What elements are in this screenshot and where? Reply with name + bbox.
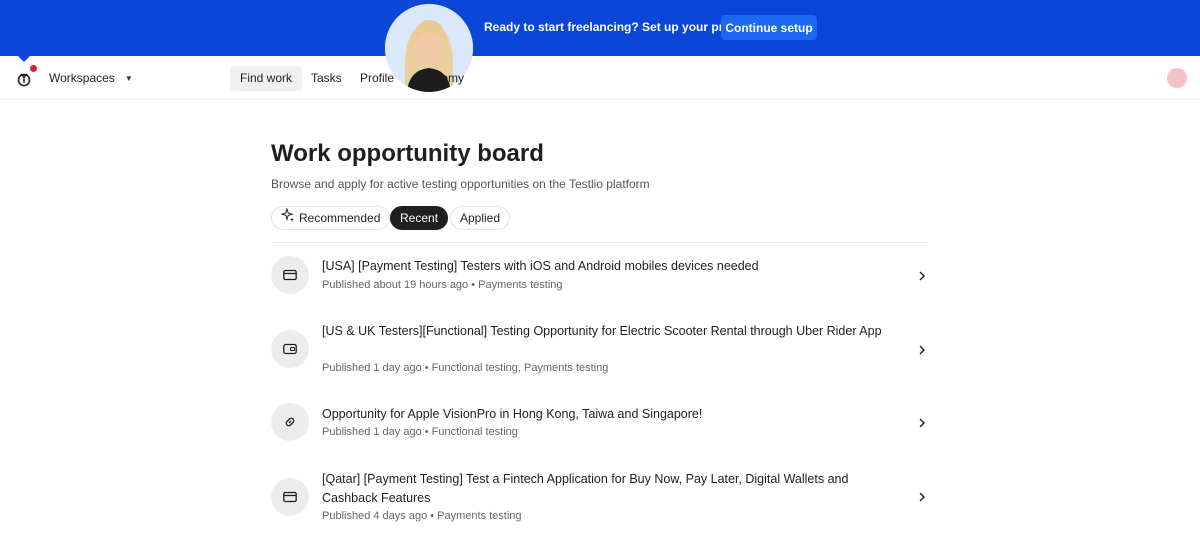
opportunity-meta: Published 1 day ago • Functional testing — [322, 426, 518, 438]
user-avatar[interactable] — [1167, 68, 1187, 88]
opportunity-row[interactable]: [Qatar] [Payment Testing] Test a Fintech… — [271, 468, 929, 526]
opportunity-meta: Published 1 day ago • Functional testing… — [322, 362, 609, 374]
divider — [271, 242, 929, 243]
opportunity-meta: Published 4 days ago • Payments testing — [322, 510, 522, 522]
opportunity-meta: Published about 19 hours ago • Payments … — [322, 279, 563, 291]
notification-dot — [30, 65, 37, 72]
chevron-right-icon[interactable] — [916, 343, 928, 355]
caret-down-icon: ▼ — [124, 73, 133, 83]
page-title: Work opportunity board — [271, 140, 544, 167]
tab-recommended[interactable]: Recommended — [271, 206, 391, 230]
credit-card-icon — [271, 256, 309, 294]
top-nav — [0, 56, 1200, 100]
chevron-right-icon[interactable] — [916, 490, 928, 502]
opportunity-title[interactable]: [Qatar] [Payment Testing] Test a Fintech… — [322, 470, 892, 508]
opportunity-row[interactable]: [USA] [Payment Testing] Testers with iOS… — [271, 255, 929, 295]
opportunity-row[interactable]: [US & UK Testers][Functional] Testing Op… — [271, 320, 929, 378]
testlio-logo-icon[interactable] — [16, 70, 36, 88]
credit-card-icon — [271, 478, 309, 516]
chevron-right-icon[interactable] — [916, 416, 928, 428]
banner-caret — [18, 56, 30, 62]
nav-profile[interactable]: Profile — [350, 66, 404, 91]
tab-recent[interactable]: Recent — [390, 206, 449, 230]
nav-find-work[interactable]: Find work — [230, 66, 303, 91]
opportunity-title[interactable]: [US & UK Testers][Functional] Testing Op… — [322, 322, 892, 341]
opportunity-title[interactable]: Opportunity for Apple VisionPro in Hong … — [322, 405, 892, 424]
continue-setup-button[interactable]: Continue setup — [721, 15, 817, 40]
nav-tasks[interactable]: Tasks — [301, 66, 352, 91]
link-icon — [271, 403, 309, 441]
tab-applied[interactable]: Applied — [450, 206, 511, 230]
page-subtitle: Browse and apply for active testing oppo… — [271, 177, 650, 191]
banner-text: Ready to start freelancing? Set up your … — [484, 20, 749, 34]
workspaces-dropdown[interactable]: Workspaces ▼ — [49, 71, 133, 85]
opportunity-row[interactable]: Opportunity for Apple VisionPro in Hong … — [271, 402, 929, 442]
sparkle-icon — [280, 207, 295, 229]
wallet-icon — [271, 330, 309, 368]
workspaces-label: Workspaces — [49, 71, 115, 85]
tab-recommended-label: Recommended — [299, 211, 381, 225]
chevron-right-icon[interactable] — [916, 269, 928, 281]
nav-academy[interactable]: Academy — [404, 66, 474, 91]
opportunity-title[interactable]: [USA] [Payment Testing] Testers with iOS… — [322, 257, 892, 276]
